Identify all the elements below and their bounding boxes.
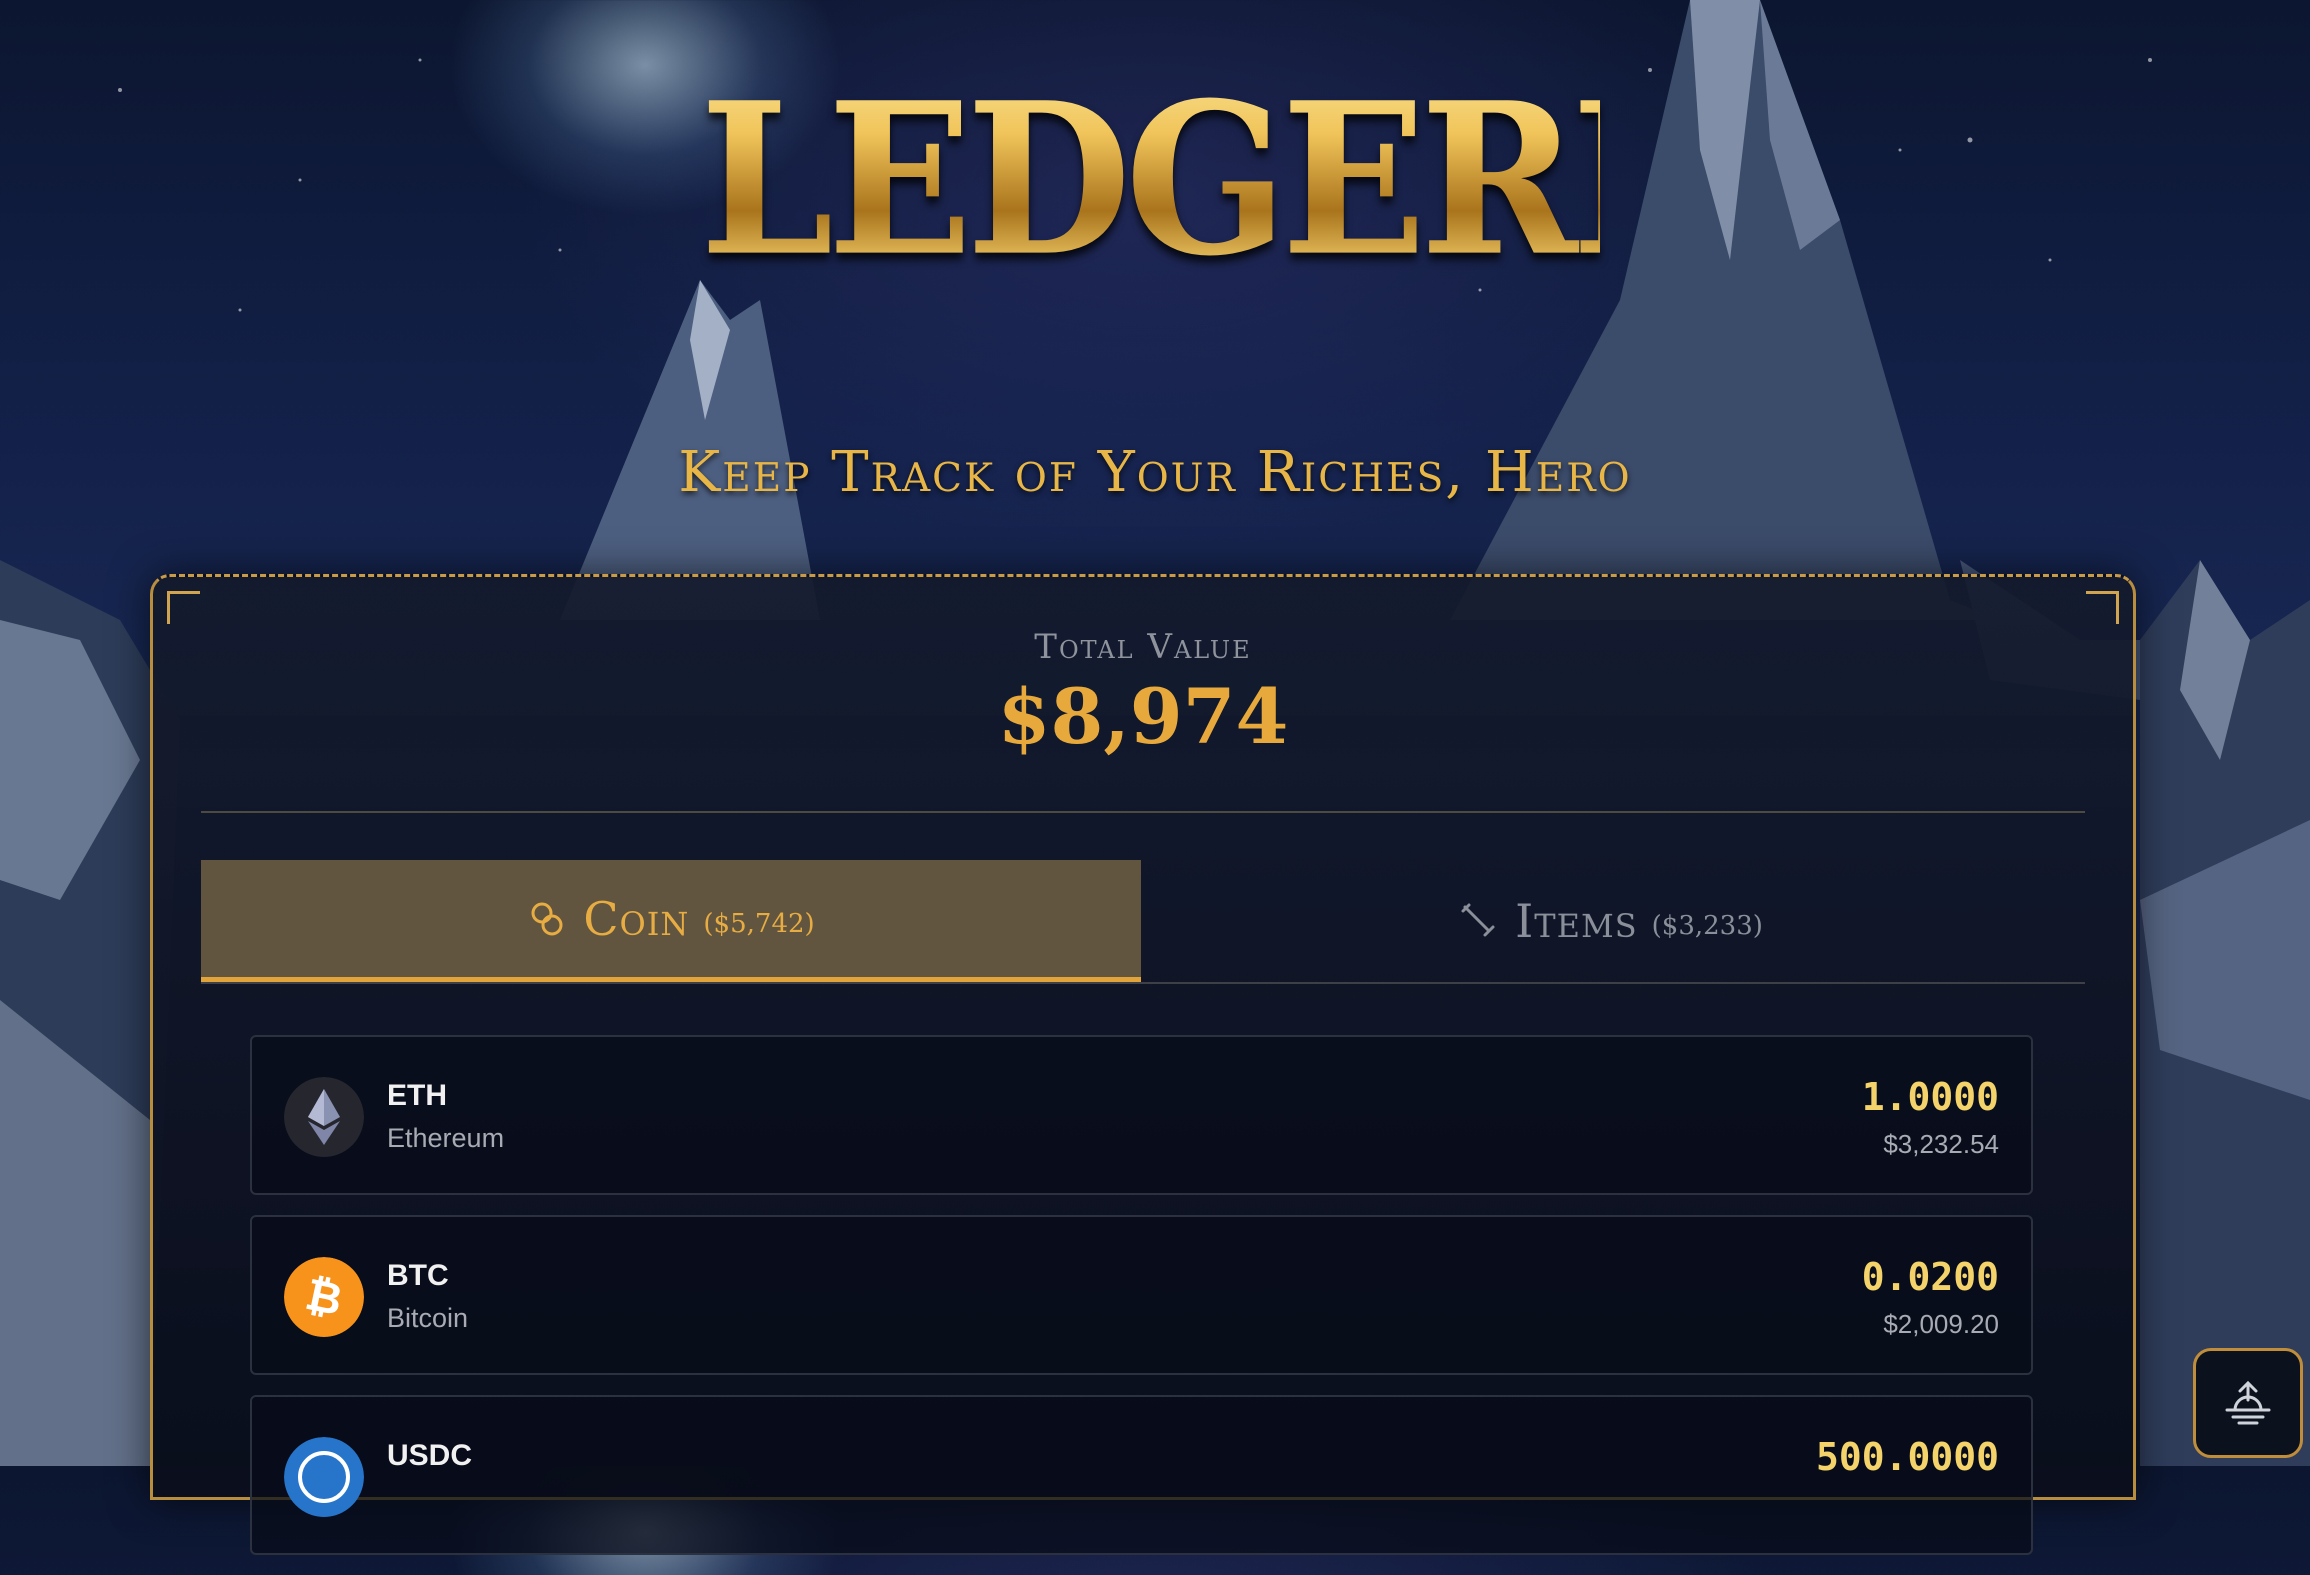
asset-symbol: USDC: [387, 1439, 473, 1472]
asset-usd-value: $2,009.20: [1883, 1309, 1999, 1339]
asset-usd-value: $3,232.54: [1883, 1129, 1999, 1159]
tab-items-label: Items: [1515, 894, 1638, 948]
asset-amount: 0.0200: [1861, 1255, 1999, 1299]
asset-amount: 1.0000: [1861, 1075, 1999, 1119]
divider: [201, 811, 2085, 813]
logo-text: LEDGERNDARY: [700, 26, 2310, 334]
coins-icon: [531, 902, 563, 935]
asset-name: Ethereum: [387, 1123, 505, 1153]
tab-items-amount: ($3,233): [1651, 911, 1763, 941]
tab-coin-amount: ($5,742): [703, 908, 815, 939]
tab-items[interactable]: Items ($3,233): [1141, 860, 2081, 982]
panel-corner-ornament: [2086, 591, 2119, 624]
tab-coin[interactable]: Coin ($5,742): [201, 860, 1141, 982]
sunrise-icon: [2225, 1380, 2271, 1425]
list-item[interactable]: ₿ BTC Bitcoin 0.0200 $2,009.20: [250, 1215, 2033, 1375]
portfolio-panel: Total Value $8,974 Coin ($5,742) Items (…: [150, 574, 2136, 1555]
sunrise-button[interactable]: [2193, 1348, 2303, 1458]
list-item[interactable]: ETH Ethereum 1.0000 $3,232.54: [250, 1035, 2033, 1195]
sword-icon: [1461, 903, 1495, 937]
total-value-label: Total Value: [1034, 627, 1252, 667]
bitcoin-icon: ₿: [284, 1257, 364, 1337]
asset-list: ETH Ethereum 1.0000 $3,232.54 ₿ BTC Bitc…: [250, 1035, 2033, 1575]
asset-name: Bitcoin: [387, 1303, 469, 1333]
usdc-icon: [284, 1437, 364, 1517]
app-logo: LEDGERNDARY: [700, 40, 2310, 360]
tab-coin-label: Coin: [583, 891, 690, 946]
ethereum-icon: [284, 1077, 364, 1157]
total-value-amount: $8,974: [997, 672, 1289, 761]
asset-symbol: ETH: [387, 1079, 447, 1112]
panel-corner-ornament: [167, 591, 200, 624]
asset-amount: 500.0000: [1815, 1435, 1999, 1479]
asset-symbol: BTC: [387, 1259, 449, 1292]
tagline: Keep Track of Your Riches, Hero: [678, 440, 1632, 505]
list-item[interactable]: USDC 500.0000: [250, 1395, 2033, 1555]
tab-bar: Coin ($5,742) Items ($3,233): [201, 860, 2085, 984]
